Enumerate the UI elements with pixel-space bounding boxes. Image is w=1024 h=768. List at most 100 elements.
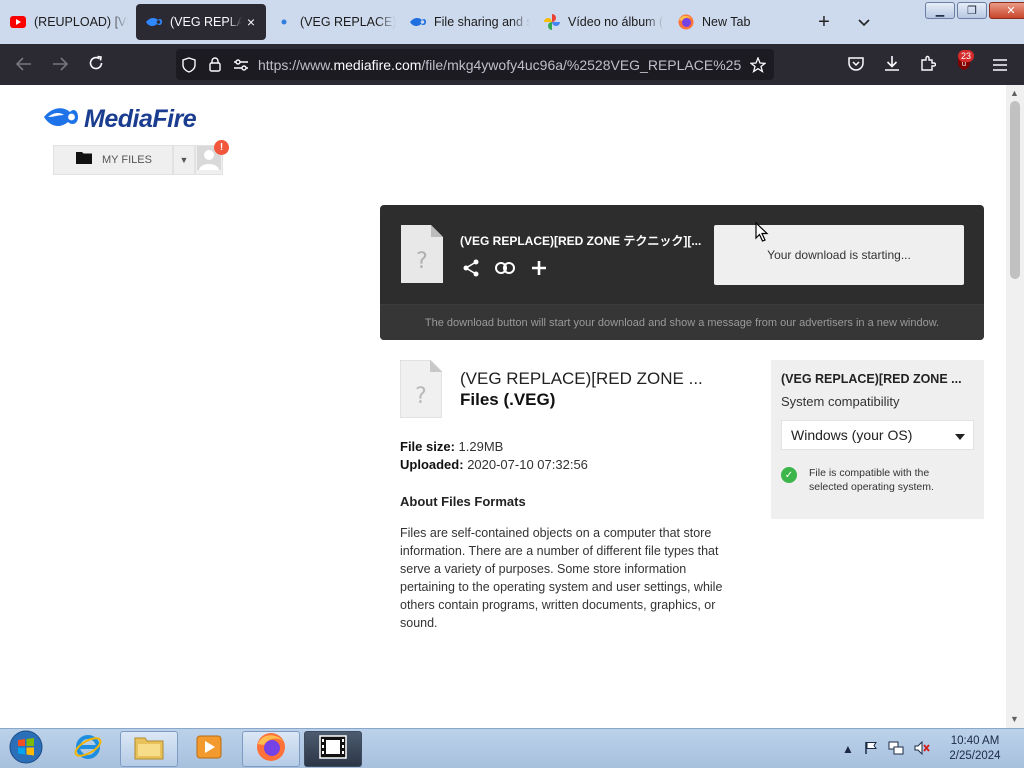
my-files-label: MY FILES	[102, 154, 152, 166]
file-type: Files (.VEG)	[460, 390, 556, 409]
compat-status: ✓ File is compatible with the selected o…	[781, 466, 969, 494]
firefox-icon	[256, 732, 286, 767]
close-icon: ✕	[1006, 5, 1016, 17]
taskbar-firefox[interactable]	[242, 731, 300, 767]
caret-down-icon	[955, 427, 965, 443]
svg-text:?: ?	[416, 249, 428, 274]
check-icon: ✓	[781, 467, 797, 483]
file-meta: File size: 1.29MB Uploaded: 2020-07-10 0…	[400, 439, 588, 472]
restore-button[interactable]: ❐	[957, 2, 987, 19]
tab-file-sharing[interactable]: File sharing and s	[400, 4, 530, 40]
link-icon[interactable]	[494, 257, 516, 279]
restore-icon: ❐	[967, 5, 977, 17]
add-icon[interactable]	[528, 257, 550, 279]
nav-bar: https://www.mediafire.com/file/mkg4ywofy…	[0, 44, 1024, 85]
start-button[interactable]	[6, 730, 46, 768]
internet-explorer-icon	[73, 732, 103, 767]
bookmark-star-icon[interactable]	[742, 56, 774, 73]
url-bar[interactable]: https://www.mediafire.com/file/mkg4ywofy…	[176, 49, 774, 80]
system-tray: ▲	[842, 735, 930, 763]
my-files-button[interactable]: MY FILES	[53, 145, 173, 175]
pocket-icon	[848, 55, 864, 76]
tab-reupload[interactable]: (REUPLOAD) [VE	[0, 4, 128, 40]
tracking-protection-icon[interactable]	[176, 56, 202, 73]
pocket-button[interactable]	[843, 52, 869, 78]
close-window-button[interactable]: ✕	[989, 2, 1024, 19]
volume-muted-icon[interactable]	[914, 740, 930, 758]
arrow-right-icon	[52, 55, 69, 76]
tab-close-icon[interactable]: ×	[242, 14, 260, 30]
clock-date: 2/25/2024	[949, 750, 1001, 762]
lock-icon[interactable]	[202, 57, 228, 72]
my-files-dropdown[interactable]: ▼	[173, 145, 195, 175]
extension-badge: 23	[958, 50, 975, 62]
notification-badge[interactable]: !	[214, 140, 229, 155]
compat-subtitle: System compatibility	[781, 394, 900, 409]
share-icon[interactable]	[460, 257, 482, 279]
system-clock[interactable]: 10:40 AM 2/25/2024	[940, 734, 1010, 764]
compat-title: (VEG REPLACE)[RED ZONE ...	[781, 372, 962, 386]
file-size: 1.29MB	[458, 439, 504, 454]
taskbar-internet-explorer[interactable]	[59, 731, 117, 767]
puzzle-icon	[920, 55, 937, 76]
windows-logo-icon	[9, 730, 43, 768]
download-button[interactable]: Your download is starting...	[714, 225, 964, 285]
os-select[interactable]: Windows (your OS)	[781, 420, 974, 450]
reload-button[interactable]	[83, 52, 109, 78]
mouse-cursor-icon	[755, 221, 769, 247]
file-title: (VEG REPLACE)[RED ZONE ...	[460, 369, 703, 388]
youtube-icon	[10, 14, 26, 30]
mediafire-logo[interactable]: MediaFire	[44, 105, 197, 134]
tab-strip: (REUPLOAD) [VE (VEG REPLACE × (VEG REPLA…	[0, 0, 1024, 44]
back-button[interactable]	[11, 52, 37, 78]
extensions-button[interactable]	[915, 52, 941, 78]
download-file-name: (VEG REPLACE)[RED ZONE テクニック][...	[460, 234, 702, 248]
reload-icon	[88, 55, 104, 76]
tab-veg-replace-active[interactable]: (VEG REPLACE ×	[136, 4, 266, 40]
folder-icon	[134, 734, 164, 765]
caret-down-icon: ▼	[179, 155, 189, 165]
action-center-flag-icon[interactable]	[864, 741, 878, 758]
tab-new-tab[interactable]: New Tab	[668, 4, 798, 40]
permissions-icon[interactable]	[228, 58, 254, 71]
download-panel: ? (VEG REPLACE)[RED ZONE テクニック][... Your…	[380, 205, 984, 340]
app-menu-button[interactable]	[987, 52, 1013, 78]
mediafire-icon	[410, 14, 426, 30]
scroll-down-icon[interactable]: ▼	[1010, 714, 1019, 724]
download-note: The download button will start your down…	[380, 304, 984, 340]
clock-time: 10:40 AM	[950, 735, 1000, 747]
mediafire-icon	[146, 14, 162, 30]
show-hidden-icons-icon[interactable]: ▲	[842, 742, 854, 756]
scrollbar-thumb[interactable]	[1010, 101, 1020, 279]
compatibility-panel: (VEG REPLACE)[RED ZONE ... System compat…	[771, 360, 984, 519]
media-player-icon	[195, 733, 223, 766]
about-heading: About Files Formats	[400, 494, 526, 509]
new-tab-button[interactable]: +	[812, 10, 836, 34]
url-text[interactable]: https://www.mediafire.com/file/mkg4ywofy…	[258, 57, 742, 73]
scroll-up-icon[interactable]: ▲	[1010, 88, 1019, 98]
web-page: MediaFire MY FILES ▼ ! ? (VEG REPLACE)[R…	[0, 85, 1006, 728]
page-scrollbar[interactable]: ▲ ▼	[1006, 85, 1024, 728]
os-select-value: Windows (your OS)	[791, 427, 913, 443]
tab-video-album[interactable]: Vídeo no álbum (	[534, 4, 664, 40]
taskbar-file-explorer[interactable]	[120, 731, 178, 767]
forward-button[interactable]	[47, 52, 73, 78]
svg-text:?: ?	[415, 384, 427, 409]
tab-veg-replace-2[interactable]: (VEG REPLACE)[R	[266, 4, 396, 40]
taskbar-media-player[interactable]	[180, 731, 238, 767]
minimize-icon: ▁	[935, 5, 945, 17]
firefox-icon	[678, 14, 694, 30]
unknown-file-icon: ?	[401, 225, 443, 288]
taskbar-vegas[interactable]	[304, 731, 362, 767]
google-photos-icon	[544, 14, 560, 30]
minimize-button[interactable]: ▁	[925, 2, 955, 19]
network-icon[interactable]	[888, 741, 904, 758]
arrow-left-icon	[15, 55, 32, 76]
list-tabs-button[interactable]	[852, 10, 876, 34]
film-strip-icon	[319, 734, 347, 764]
logo-text: MediaFire	[84, 105, 197, 133]
hamburger-icon	[993, 55, 1007, 76]
downloads-button[interactable]	[879, 52, 905, 78]
chevron-down-icon	[858, 14, 870, 30]
unknown-file-icon: ?	[399, 359, 443, 423]
